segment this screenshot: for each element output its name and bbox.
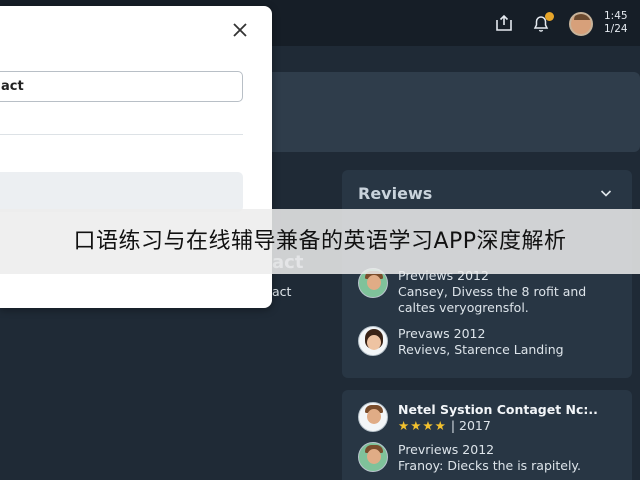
chevron-down-icon[interactable]	[600, 188, 612, 198]
clock: 1:45 1/24	[604, 10, 628, 36]
notification-badge	[545, 12, 554, 21]
rating-year: | 2017	[450, 418, 491, 433]
review-body: Franoy: Diecks the is rapitely.	[398, 458, 582, 473]
modal-divider	[0, 134, 243, 135]
clock-date: 1/24	[604, 23, 628, 35]
reviews-panel-secondary: Netel Systion Contaget Nc:.. ★★★★ | 2017…	[342, 390, 632, 480]
background-card-subtitle: act	[272, 284, 292, 299]
caption-text: 口语练习与在线辅导兼备的英语学习APP深度解析	[73, 229, 567, 254]
review-body: Cansey, Divess the 8 rofit and	[398, 284, 587, 299]
modal-option-row[interactable]	[0, 172, 243, 212]
review-body: Revievs, Starence Landing	[398, 342, 564, 357]
review-meta: Prevaws 2012	[398, 326, 486, 341]
reviews-panel: Reviews Previews 2012 Cansey, Divess the…	[342, 170, 632, 378]
reviewer-avatar	[358, 442, 388, 472]
review-meta: Prevriews 2012	[398, 442, 495, 457]
reviews-title: Reviews	[358, 184, 433, 203]
clock-time: 1:45	[604, 10, 628, 22]
reviewer-name: Netel Systion Contaget Nc:..	[398, 402, 598, 417]
modal-text-input[interactable]: act	[0, 71, 243, 102]
user-avatar[interactable]	[569, 12, 593, 36]
reviewer-avatar	[358, 402, 388, 432]
close-icon[interactable]	[230, 20, 250, 40]
banner-card	[262, 72, 640, 152]
star-rating: ★★★★	[398, 418, 447, 433]
upload-icon[interactable]	[494, 13, 514, 33]
reviewer-avatar	[358, 326, 388, 356]
review-body: caltes veryogrensfol.	[398, 300, 529, 315]
